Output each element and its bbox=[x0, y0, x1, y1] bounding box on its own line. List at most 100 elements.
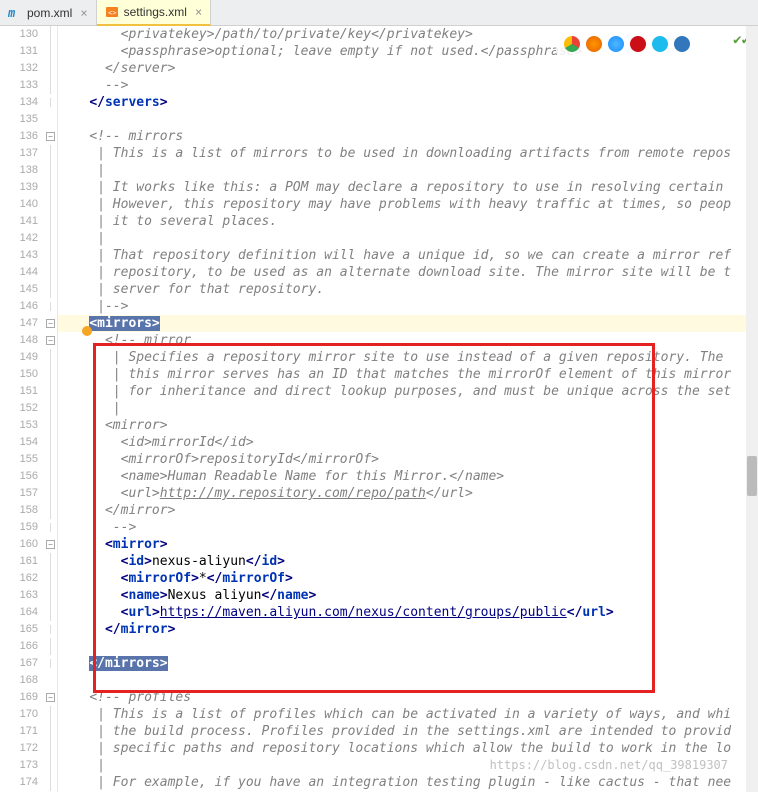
code-line: | This is a list of profiles which can b… bbox=[58, 706, 758, 723]
line-number: 140 bbox=[0, 196, 38, 213]
fold-marker[interactable] bbox=[44, 162, 57, 179]
line-number: 166 bbox=[0, 638, 38, 655]
edge-icon[interactable] bbox=[674, 36, 690, 52]
line-number: 169 bbox=[0, 689, 38, 706]
fold-marker[interactable] bbox=[44, 485, 57, 502]
fold-marker[interactable] bbox=[44, 468, 57, 485]
code-content[interactable]: <privatekey>/path/to/private/key</privat… bbox=[58, 26, 758, 792]
line-number: 149 bbox=[0, 349, 38, 366]
line-number: 171 bbox=[0, 723, 38, 740]
tab-settings-xml[interactable]: <> settings.xml × bbox=[97, 0, 212, 26]
code-line: |--> bbox=[58, 298, 758, 315]
fold-marker[interactable] bbox=[44, 774, 57, 791]
fold-marker[interactable] bbox=[44, 213, 57, 230]
fold-marker[interactable] bbox=[44, 230, 57, 247]
fold-marker[interactable]: − bbox=[44, 332, 57, 349]
line-number: 132 bbox=[0, 60, 38, 77]
firefox-icon[interactable] bbox=[586, 36, 602, 52]
code-line: </mirror> bbox=[58, 621, 758, 638]
tab-pom-xml[interactable]: m pom.xml × bbox=[0, 0, 97, 26]
fold-marker[interactable] bbox=[44, 723, 57, 740]
fold-marker[interactable] bbox=[44, 60, 57, 77]
fold-marker[interactable] bbox=[44, 621, 57, 638]
fold-marker[interactable] bbox=[44, 604, 57, 621]
line-number: 143 bbox=[0, 247, 38, 264]
fold-marker[interactable]: − bbox=[44, 689, 57, 706]
line-number: 165 bbox=[0, 621, 38, 638]
line-number: 158 bbox=[0, 502, 38, 519]
line-number: 134 bbox=[0, 94, 38, 111]
fold-marker[interactable] bbox=[44, 281, 57, 298]
fold-marker[interactable] bbox=[44, 43, 57, 60]
line-number: 167 bbox=[0, 655, 38, 672]
fold-marker[interactable]: − bbox=[44, 128, 57, 145]
editor-tabs: m pom.xml × <> settings.xml × bbox=[0, 0, 758, 26]
code-line: <mirrorOf>repositoryId</mirrorOf> bbox=[58, 451, 758, 468]
fold-marker[interactable] bbox=[44, 740, 57, 757]
chrome-icon[interactable] bbox=[564, 36, 580, 52]
fold-marker[interactable] bbox=[44, 502, 57, 519]
fold-marker[interactable] bbox=[44, 26, 57, 43]
line-number: 148 bbox=[0, 332, 38, 349]
code-line: </servers> bbox=[58, 94, 758, 111]
fold-marker[interactable] bbox=[44, 111, 57, 128]
svg-text:m: m bbox=[8, 6, 16, 20]
line-number: 151 bbox=[0, 383, 38, 400]
fold-marker[interactable] bbox=[44, 570, 57, 587]
line-number: 144 bbox=[0, 264, 38, 281]
fold-marker[interactable] bbox=[44, 349, 57, 366]
code-line: | bbox=[58, 162, 758, 179]
line-number: 142 bbox=[0, 230, 38, 247]
code-line: | server for that repository. bbox=[58, 281, 758, 298]
vertical-scrollbar[interactable] bbox=[746, 26, 758, 792]
fold-marker[interactable] bbox=[44, 553, 57, 570]
code-line: </server> bbox=[58, 60, 758, 77]
line-number: 174 bbox=[0, 774, 38, 791]
fold-marker[interactable]: − bbox=[44, 536, 57, 553]
close-icon[interactable]: × bbox=[80, 6, 87, 20]
fold-marker[interactable] bbox=[44, 519, 57, 536]
fold-marker[interactable] bbox=[44, 655, 57, 672]
fold-marker[interactable] bbox=[44, 94, 57, 111]
scroll-thumb[interactable] bbox=[747, 456, 757, 496]
fold-marker[interactable] bbox=[44, 451, 57, 468]
code-line: --> bbox=[58, 77, 758, 94]
code-line: | That repository definition will have a… bbox=[58, 247, 758, 264]
opera-icon[interactable] bbox=[630, 36, 646, 52]
code-line: </mirror> bbox=[58, 502, 758, 519]
safari-icon[interactable] bbox=[608, 36, 624, 52]
fold-marker[interactable] bbox=[44, 757, 57, 774]
ie-icon[interactable] bbox=[652, 36, 668, 52]
line-number: 173 bbox=[0, 757, 38, 774]
close-icon[interactable]: × bbox=[195, 5, 202, 19]
annotation-marker[interactable] bbox=[82, 326, 92, 336]
fold-marker[interactable] bbox=[44, 298, 57, 315]
fold-marker[interactable] bbox=[44, 638, 57, 655]
fold-marker[interactable] bbox=[44, 672, 57, 689]
fold-marker[interactable] bbox=[44, 400, 57, 417]
code-line: <url>https://maven.aliyun.com/nexus/cont… bbox=[58, 604, 758, 621]
fold-marker[interactable] bbox=[44, 77, 57, 94]
fold-marker[interactable] bbox=[44, 179, 57, 196]
fold-marker[interactable] bbox=[44, 145, 57, 162]
fold-marker[interactable] bbox=[44, 366, 57, 383]
line-number: 141 bbox=[0, 213, 38, 230]
fold-marker[interactable] bbox=[44, 196, 57, 213]
fold-marker[interactable] bbox=[44, 264, 57, 281]
code-line: | for inheritance and direct lookup purp… bbox=[58, 383, 758, 400]
fold-marker[interactable] bbox=[44, 383, 57, 400]
fold-marker[interactable] bbox=[44, 434, 57, 451]
line-number: 170 bbox=[0, 706, 38, 723]
code-line: <name>Nexus aliyun</name> bbox=[58, 587, 758, 604]
code-line: <!-- mirror bbox=[58, 332, 758, 349]
line-number-gutter: 1301311321331341351361371381391401411421… bbox=[0, 26, 44, 792]
fold-marker[interactable] bbox=[44, 706, 57, 723]
fold-marker[interactable] bbox=[44, 247, 57, 264]
line-number: 168 bbox=[0, 672, 38, 689]
tab-label: pom.xml bbox=[27, 6, 72, 20]
fold-marker[interactable] bbox=[44, 417, 57, 434]
line-number: 136 bbox=[0, 128, 38, 145]
fold-gutter: −−−−− bbox=[44, 26, 58, 792]
fold-marker[interactable]: − bbox=[44, 315, 57, 332]
fold-marker[interactable] bbox=[44, 587, 57, 604]
